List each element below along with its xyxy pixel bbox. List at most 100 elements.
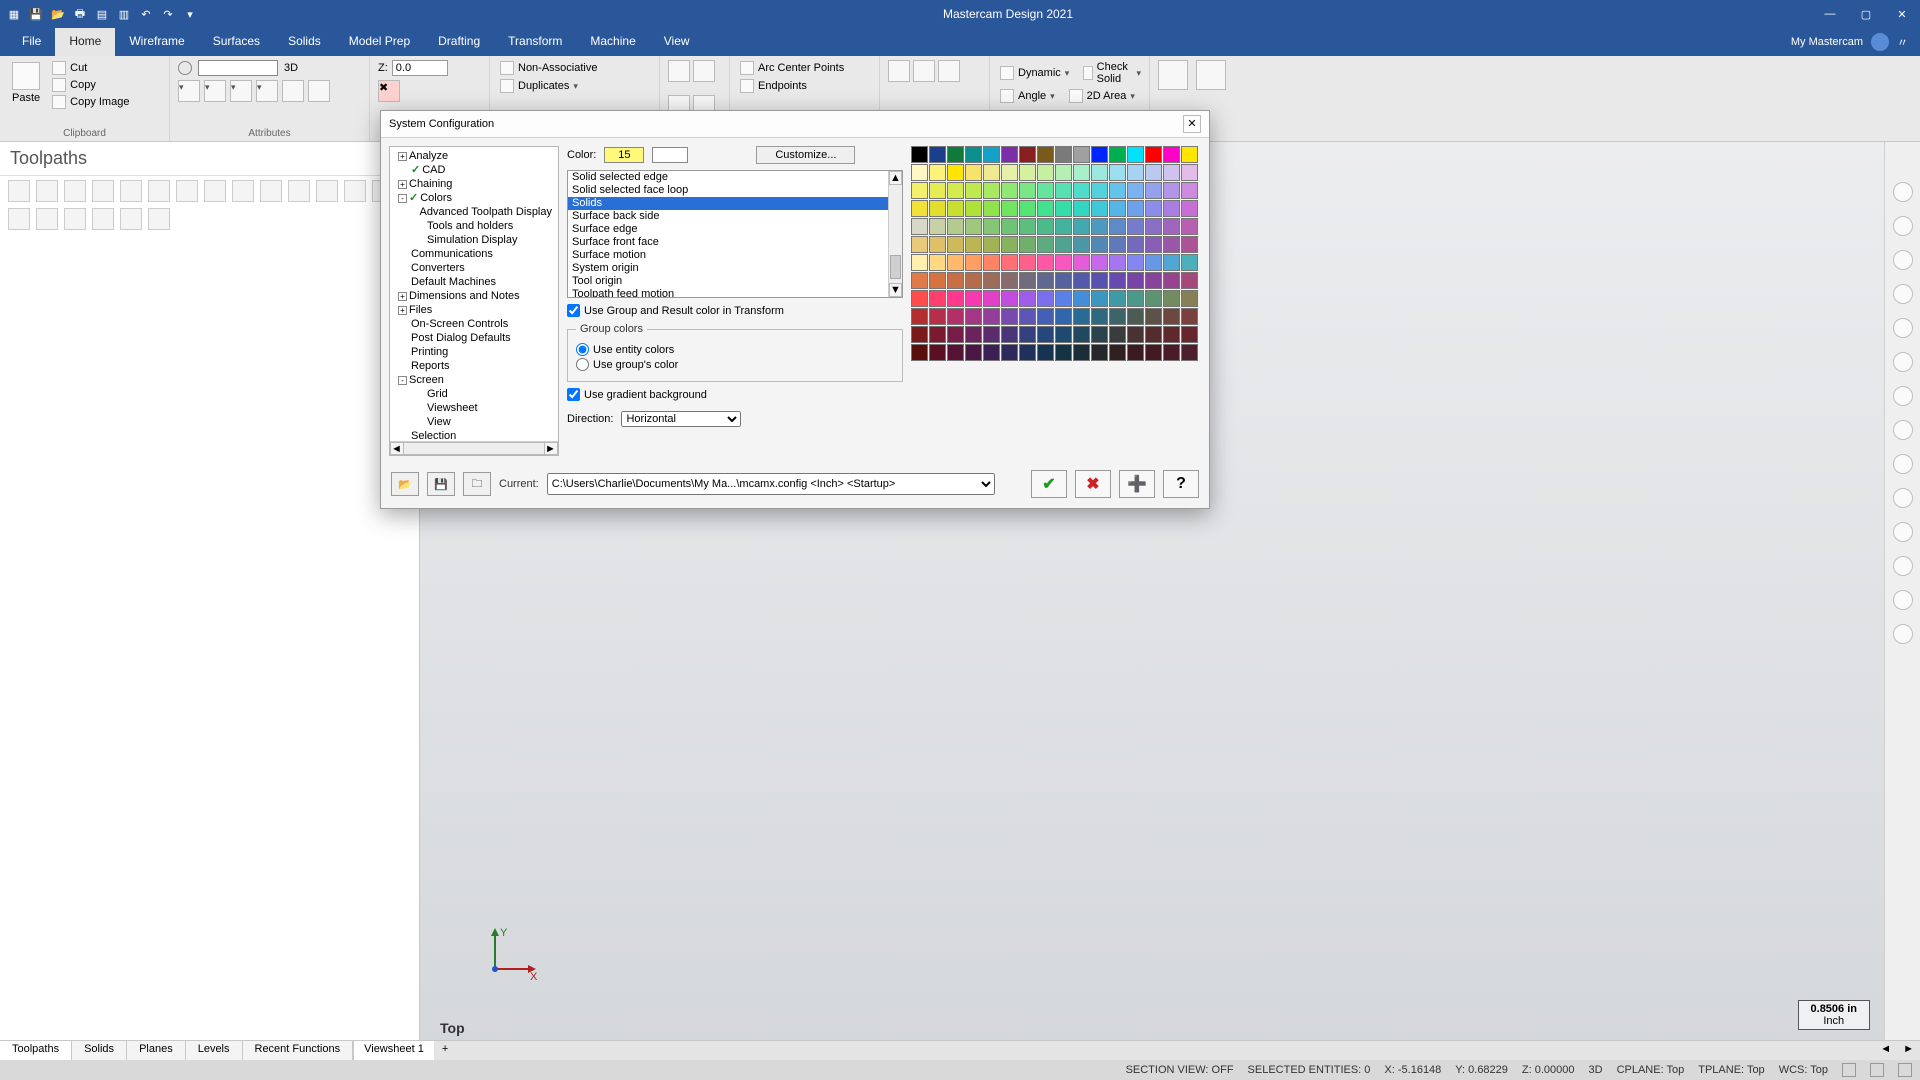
palette-swatch[interactable] [911, 218, 928, 235]
palette-swatch[interactable] [1163, 146, 1180, 163]
palette-swatch[interactable] [1145, 254, 1162, 271]
list-item[interactable]: Toolpath feed motion [568, 288, 902, 297]
palette-swatch[interactable] [1055, 272, 1072, 289]
paste-button[interactable]: Paste [8, 60, 44, 106]
palette-swatch[interactable] [1073, 218, 1090, 235]
palette-swatch[interactable] [1163, 218, 1180, 235]
rail-btn[interactable] [1893, 386, 1913, 406]
palette-swatch[interactable] [1037, 146, 1054, 163]
use-entity-colors-radio[interactable]: Use entity colors [576, 343, 894, 356]
list-item[interactable]: Surface edge [568, 223, 902, 236]
tp-btn[interactable] [148, 180, 170, 202]
palette-swatch[interactable] [1073, 308, 1090, 325]
rail-btn[interactable] [1893, 488, 1913, 508]
palette-swatch[interactable] [1163, 182, 1180, 199]
ok-button[interactable]: ✔ [1031, 470, 1067, 498]
palette-swatch[interactable] [983, 200, 1000, 217]
palette-swatch[interactable] [1091, 146, 1108, 163]
rail-btn[interactable] [1893, 216, 1913, 236]
tree-hscroll[interactable]: ◄► [390, 441, 558, 455]
status-cplane[interactable]: CPLANE: Top [1617, 1064, 1685, 1076]
palette-swatch[interactable] [929, 344, 946, 361]
palette-swatch[interactable] [1145, 344, 1162, 361]
ribbon-collapse-icon[interactable]: 〃 [1897, 34, 1908, 50]
palette-swatch[interactable] [947, 272, 964, 289]
tree-node[interactable]: Simulation Display [394, 233, 554, 247]
palette-swatch[interactable] [1073, 182, 1090, 199]
tp-btn[interactable] [36, 208, 58, 230]
qat-save-icon[interactable]: 💾 [28, 6, 44, 22]
analyze-btn-3[interactable] [938, 60, 960, 82]
dialog-close-button[interactable]: ✕ [1183, 115, 1201, 133]
use-entity-radio-input[interactable] [576, 343, 589, 356]
palette-swatch[interactable] [1181, 272, 1198, 289]
palette-swatch[interactable] [947, 164, 964, 181]
analyze-btn-2[interactable] [913, 60, 935, 82]
palette-swatch[interactable] [1037, 308, 1054, 325]
palette-swatch[interactable] [1091, 254, 1108, 271]
palette-swatch[interactable] [947, 344, 964, 361]
use-group-result-checkbox[interactable]: Use Group and Result color in Transform [567, 304, 903, 317]
bottom-tab-recent-functions[interactable]: Recent Functions [243, 1041, 354, 1060]
palette-swatch[interactable] [1145, 218, 1162, 235]
tp-btn[interactable] [36, 180, 58, 202]
palette-swatch[interactable] [1109, 218, 1126, 235]
palette-swatch[interactable] [1127, 272, 1144, 289]
palette-swatch[interactable] [947, 236, 964, 253]
threeD-toggle[interactable]: 3D [284, 62, 298, 74]
palette-swatch[interactable] [1037, 326, 1054, 343]
copy-button[interactable]: Copy [50, 77, 131, 93]
palette-swatch[interactable] [1001, 182, 1018, 199]
palette-swatch[interactable] [1109, 146, 1126, 163]
palette-swatch[interactable] [1127, 200, 1144, 217]
palette-swatch[interactable] [1001, 290, 1018, 307]
palette-swatch[interactable] [1055, 326, 1072, 343]
palette-swatch[interactable] [1055, 164, 1072, 181]
palette-swatch[interactable] [1181, 236, 1198, 253]
palette-swatch[interactable] [1019, 308, 1036, 325]
palette-swatch[interactable] [965, 164, 982, 181]
qat-new-icon[interactable]: ▦ [6, 6, 22, 22]
palette-swatch[interactable] [1091, 236, 1108, 253]
tab-surfaces[interactable]: Surfaces [199, 28, 274, 56]
palette-swatch[interactable] [1001, 254, 1018, 271]
palette-swatch[interactable] [947, 218, 964, 235]
palette-swatch[interactable] [983, 164, 1000, 181]
tree-node[interactable]: View [394, 415, 554, 429]
palette-swatch[interactable] [983, 326, 1000, 343]
palette-swatch[interactable] [929, 254, 946, 271]
tp-btn[interactable] [204, 180, 226, 202]
palette-swatch[interactable] [1037, 254, 1054, 271]
palette-swatch[interactable] [911, 254, 928, 271]
palette-swatch[interactable] [1019, 182, 1036, 199]
palette-swatch[interactable] [1163, 236, 1180, 253]
palette-swatch[interactable] [911, 146, 928, 163]
palette-swatch[interactable] [929, 236, 946, 253]
palette-swatch[interactable] [911, 290, 928, 307]
window-minimize-icon[interactable]: — [1818, 8, 1842, 21]
tp-btn[interactable] [260, 180, 282, 202]
tp-btn[interactable] [8, 180, 30, 202]
palette-swatch[interactable] [1181, 164, 1198, 181]
palette-swatch[interactable] [1073, 236, 1090, 253]
palette-swatch[interactable] [1163, 254, 1180, 271]
palette-swatch[interactable] [1145, 146, 1162, 163]
tab-machine[interactable]: Machine [576, 28, 649, 56]
customize-button[interactable]: Customize... [756, 146, 855, 164]
palette-swatch[interactable] [947, 200, 964, 217]
tp-btn[interactable] [92, 208, 114, 230]
palette-swatch[interactable] [929, 182, 946, 199]
palette-swatch[interactable] [1019, 218, 1036, 235]
rail-btn[interactable] [1893, 454, 1913, 474]
bottom-tab-planes[interactable]: Planes [127, 1041, 186, 1060]
palette-swatch[interactable] [1073, 272, 1090, 289]
status-section[interactable]: SECTION VIEW: OFF [1126, 1064, 1234, 1076]
palette-swatch[interactable] [1127, 344, 1144, 361]
palette-swatch[interactable] [929, 146, 946, 163]
palette-swatch[interactable] [947, 290, 964, 307]
palette-swatch[interactable] [1109, 182, 1126, 199]
palette-swatch[interactable] [965, 200, 982, 217]
tp-btn[interactable] [92, 180, 114, 202]
palette-swatch[interactable] [965, 272, 982, 289]
palette-swatch[interactable] [911, 164, 928, 181]
